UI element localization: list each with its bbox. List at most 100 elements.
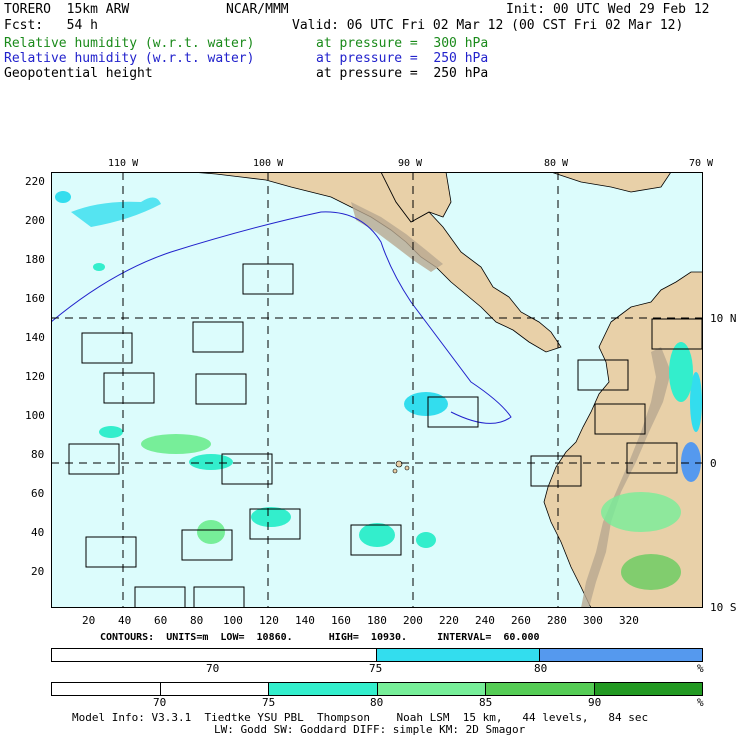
lon-label-100w: 100 W: [253, 158, 284, 169]
lon-label-90w: 90 W: [398, 158, 423, 169]
svg-text:10950: 10950: [232, 470, 265, 483]
svg-text:10930: 10930: [112, 389, 145, 402]
y-tick: 60: [31, 487, 45, 500]
svg-text:L: L: [445, 399, 452, 412]
weather-map: H10940 H10930 H10930 L10930 L10930 L1092…: [51, 172, 703, 608]
svg-text:H: H: [596, 362, 603, 375]
colorbar-300hpa: [51, 682, 703, 696]
pressure-center-h: H10940: [350, 524, 402, 556]
y-tick: 100: [25, 409, 45, 422]
svg-text:10940: 10940: [189, 546, 222, 559]
svg-text:L: L: [121, 375, 128, 388]
galapagos-island: [404, 465, 410, 471]
svg-text:H: H: [212, 589, 219, 602]
x-tick: 40: [118, 614, 132, 627]
x-tick: 120: [259, 614, 279, 627]
lat-label-0: 0: [710, 457, 717, 470]
svg-text:H: H: [369, 527, 376, 540]
lon-label-70w: 70 W: [689, 158, 714, 169]
pressure-center-h: H10940: [85, 536, 137, 568]
svg-text:10920: 10920: [589, 376, 622, 389]
pressure-center-h: H10940: [249, 508, 301, 540]
svg-text:L: L: [152, 589, 159, 602]
colorbar-segment: [377, 683, 487, 695]
svg-text:10930: 10930: [203, 390, 236, 403]
x-tick: 20: [82, 614, 96, 627]
model-name: TORERO 15km ARW: [4, 2, 130, 17]
pressure-center-l: L10910: [626, 442, 678, 474]
x-tick: 220: [439, 614, 459, 627]
svg-text:H: H: [101, 335, 108, 348]
svg-text:L: L: [239, 456, 246, 469]
colorbar-300-label: 75: [262, 696, 276, 709]
x-tick: 240: [475, 614, 495, 627]
svg-text:L: L: [614, 406, 621, 419]
svg-text:H: H: [673, 321, 680, 334]
y-tick: 40: [31, 526, 45, 539]
svg-text:H: H: [261, 266, 268, 279]
pressure-center-h: H10940: [193, 586, 245, 608]
y-tick: 200: [25, 214, 45, 227]
colorbar-250-label: 75: [369, 662, 383, 675]
pressure-center-h: H10930: [81, 332, 133, 364]
pressure-center-l: L10920: [427, 396, 479, 428]
pressure-center-l: L10940: [530, 455, 582, 487]
x-tick: 60: [154, 614, 168, 627]
colorbar-segment: [52, 683, 161, 695]
lat-label-10s: 10 S: [710, 601, 737, 614]
colorbar-segment: [594, 683, 702, 695]
svg-text:H: H: [73, 446, 80, 459]
svg-text:H: H: [211, 324, 218, 337]
lon-label-110w: 110 W: [108, 158, 139, 169]
y-tick: 20: [31, 565, 45, 578]
galapagos-island: [392, 468, 398, 474]
svg-text:L: L: [548, 458, 555, 471]
colorbar-segment: [160, 683, 270, 695]
init-time: Init: 00 UTC Wed 29 Feb 12: [506, 2, 710, 17]
pressure-center-l: L10950: [221, 453, 273, 485]
field-2-name: Relative humidity (w.r.t. water): [4, 51, 255, 66]
colorbar-300-label: 80: [370, 696, 384, 709]
colorbar-segment: [52, 649, 377, 661]
field-1-level: at pressure = 300 hPa: [316, 36, 489, 51]
pressure-center-l: L10930: [134, 586, 186, 608]
x-tick: 80: [190, 614, 204, 627]
pressure-center-h: H10920: [577, 359, 629, 391]
svg-text:10940: 10940: [250, 280, 283, 293]
model-physics: LW: Godd SW: Goddard DIFF: simple KM: 2D…: [214, 723, 526, 736]
svg-text:10930: 10930: [199, 338, 232, 351]
y-tick: 140: [25, 331, 45, 344]
lon-label-80w: 80 W: [544, 158, 569, 169]
colorbar-250-label: 80: [534, 662, 548, 675]
pressure-center-h: H10920: [651, 318, 703, 350]
x-tick: 140: [295, 614, 315, 627]
y-tick: 220: [25, 175, 45, 188]
x-tick: 160: [331, 614, 351, 627]
contour-info: CONTOURS: UNITS=m LOW= 10860. HIGH= 1093…: [100, 632, 540, 643]
y-tick: 120: [25, 370, 45, 383]
svg-text:L: L: [214, 376, 221, 389]
svg-text:10920: 10920: [661, 335, 694, 348]
colorbar-segment: [377, 649, 540, 661]
colorbar-300-label: %: [697, 696, 704, 709]
pressure-center-h: H10930: [192, 321, 244, 353]
svg-text:H: H: [104, 539, 111, 552]
x-tick: 280: [547, 614, 567, 627]
svg-text:10940: 10940: [259, 525, 292, 538]
svg-text:10930: 10930: [89, 349, 122, 362]
pressure-center-h: H10950: [68, 443, 120, 475]
svg-text:L: L: [647, 445, 654, 458]
x-tick: 100: [223, 614, 243, 627]
field-3-level: at pressure = 250 hPa: [316, 66, 489, 81]
colorbar-300-label: 70: [153, 696, 167, 709]
longitude-labels: 110 W 100 W 90 W 80 W 70 W: [108, 158, 714, 169]
field-1-name: Relative humidity (w.r.t. water): [4, 36, 255, 51]
y-tick: 160: [25, 292, 45, 305]
lat-label-10n: 10 N: [710, 312, 737, 325]
colorbar-segment: [539, 649, 702, 661]
colorbar-300-label: 90: [588, 696, 602, 709]
x-tick: 180: [367, 614, 387, 627]
x-tick: 300: [583, 614, 603, 627]
svg-text:10920: 10920: [435, 413, 468, 426]
pressure-center-l: L10930: [195, 373, 247, 405]
